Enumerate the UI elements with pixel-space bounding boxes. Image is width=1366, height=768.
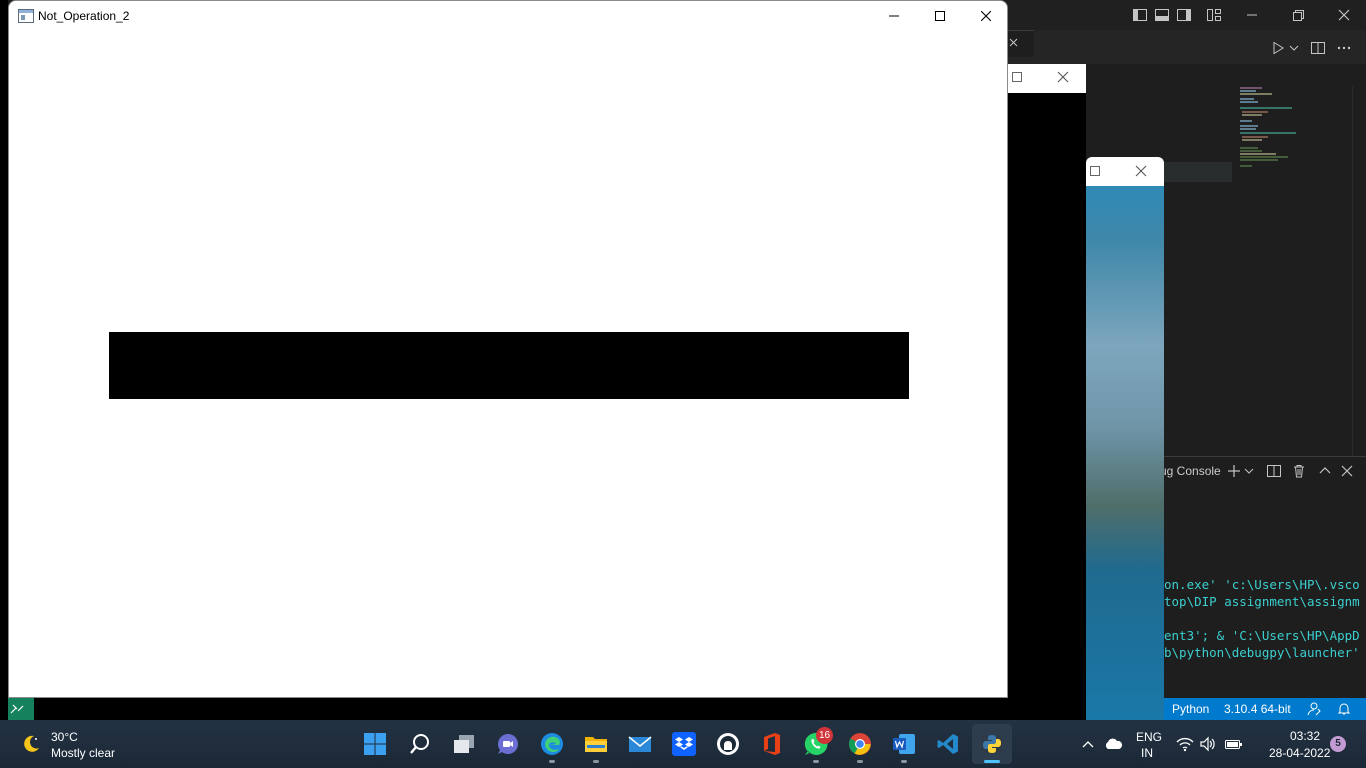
run-icon[interactable] [1270, 40, 1286, 56]
status-language[interactable]: Python [1172, 702, 1209, 716]
show-hidden-icons-chevron-icon[interactable] [1081, 737, 1095, 751]
input-language[interactable]: ENG [1136, 730, 1162, 744]
editor-tab[interactable] [1008, 30, 1034, 57]
taskbar-office-button[interactable] [752, 724, 792, 764]
taskbar-search-button[interactable] [400, 724, 440, 764]
taskbar-word-button[interactable] [884, 724, 924, 764]
toggle-panel-icon[interactable] [1154, 7, 1170, 23]
maximize-icon [935, 11, 945, 21]
chrome-icon [849, 733, 871, 755]
vscode-titlebar [1008, 0, 1366, 30]
terminal-line: on.exe' 'c:\Users\HP\.vsco [1164, 577, 1360, 592]
minimize-icon [889, 15, 899, 17]
taskbar-task-view-button[interactable] [444, 724, 484, 764]
background-window [0, 0, 8, 720]
battery-icon[interactable] [1223, 736, 1243, 752]
terminal-line: b\python\debugpy\launcher' [1164, 645, 1360, 660]
running-indicator [593, 760, 599, 763]
running-indicator [857, 760, 863, 763]
app-window-icon [18, 9, 34, 23]
more-actions-icon[interactable] [1336, 40, 1352, 56]
vscode-editor-tabs [1008, 30, 1366, 64]
terminal-line: ent3'; & 'C:\Users\HP\AppD [1164, 628, 1360, 643]
folder-icon [585, 737, 607, 752]
python-icon [982, 735, 1002, 753]
restore-icon[interactable] [1290, 7, 1306, 23]
notifications-bell-icon[interactable] [1336, 701, 1352, 717]
taskbar-mail-button[interactable] [620, 724, 660, 764]
clock-date[interactable]: 28-04-2022 [1269, 746, 1330, 760]
status-interpreter[interactable]: 3.10.4 64-bit [1224, 702, 1291, 716]
minimap[interactable] [1232, 84, 1352, 184]
running-indicator [549, 760, 555, 763]
background-image-content [1086, 186, 1164, 720]
volume-icon[interactable] [1199, 736, 1217, 752]
close-icon[interactable] [1336, 7, 1352, 23]
dropbox-icon [672, 732, 696, 756]
background-image-window [1008, 64, 1086, 720]
close-button[interactable] [963, 1, 1007, 31]
weather-description[interactable]: Mostly clear [51, 746, 115, 760]
background-window-titlebar [1086, 157, 1164, 186]
windows-start-icon [364, 733, 386, 755]
tab-debug-console[interactable]: ug Console [1160, 464, 1221, 478]
window-title: Not_Operation_2 [38, 9, 130, 23]
input-region[interactable]: IN [1141, 746, 1153, 760]
search-icon [410, 734, 429, 754]
wifi-icon[interactable] [1176, 736, 1194, 752]
minimize-icon[interactable] [1244, 7, 1260, 23]
customize-layout-icon[interactable] [1206, 7, 1222, 23]
word-icon [893, 734, 915, 754]
main-image-window[interactable]: Not_Operation_2 [8, 0, 1008, 698]
running-indicator [813, 760, 819, 763]
image-black-rectangle [109, 332, 909, 399]
minimize-button[interactable] [871, 1, 917, 31]
toggle-secondary-sidebar-icon[interactable] [1176, 7, 1192, 23]
taskbar-github-button[interactable] [708, 724, 748, 764]
office-icon [764, 733, 780, 755]
running-indicator [901, 760, 907, 763]
terminal-line: top\DIP assignment\assignm [1164, 594, 1360, 609]
feedback-icon[interactable] [1306, 701, 1322, 717]
close-icon[interactable] [1006, 35, 1022, 51]
new-terminal-icon[interactable] [1226, 463, 1242, 479]
split-editor-icon[interactable] [1310, 40, 1326, 56]
clock-time[interactable]: 03:32 [1290, 729, 1320, 743]
window-titlebar[interactable]: Not_Operation_2 [9, 1, 1007, 31]
vscode-icon [937, 734, 958, 754]
taskbar-edge-button[interactable] [532, 724, 572, 764]
background-window-strip [34, 698, 1164, 720]
split-terminal-icon[interactable] [1266, 463, 1282, 479]
close-icon [981, 11, 991, 21]
edge-icon [541, 733, 563, 755]
chevron-down-icon[interactable] [1288, 40, 1304, 56]
toggle-primary-sidebar-icon[interactable] [1132, 7, 1148, 23]
chevron-down-icon[interactable] [1243, 463, 1259, 479]
background-window-titlebar [1008, 64, 1086, 93]
taskbar-file-explorer-button[interactable] [576, 724, 616, 764]
running-indicator [984, 760, 1000, 763]
notification-badge: 16 [816, 727, 833, 744]
close-panel-icon[interactable] [1339, 463, 1355, 479]
editor-scrollbar[interactable] [1352, 86, 1366, 456]
taskbar-dropbox-button[interactable] [664, 724, 704, 764]
maximize-button[interactable] [917, 1, 963, 31]
maximize-panel-icon[interactable] [1317, 463, 1333, 479]
taskbar-vscode-button[interactable] [928, 724, 968, 764]
moon-icon[interactable] [20, 733, 42, 755]
teams-chat-icon [498, 734, 518, 754]
mail-icon [628, 736, 652, 752]
task-view-icon [454, 735, 474, 753]
taskbar-chrome-button[interactable] [840, 724, 880, 764]
weather-temperature[interactable]: 30°C [51, 730, 78, 744]
taskbar-python-button[interactable] [972, 724, 1012, 764]
trash-icon[interactable] [1291, 463, 1307, 479]
github-icon [717, 733, 739, 755]
taskbar-start-button[interactable] [355, 724, 395, 764]
notification-center-badge[interactable]: 5 [1330, 736, 1346, 752]
taskbar-chat-button[interactable] [488, 724, 528, 764]
onedrive-cloud-icon[interactable] [1103, 736, 1123, 752]
